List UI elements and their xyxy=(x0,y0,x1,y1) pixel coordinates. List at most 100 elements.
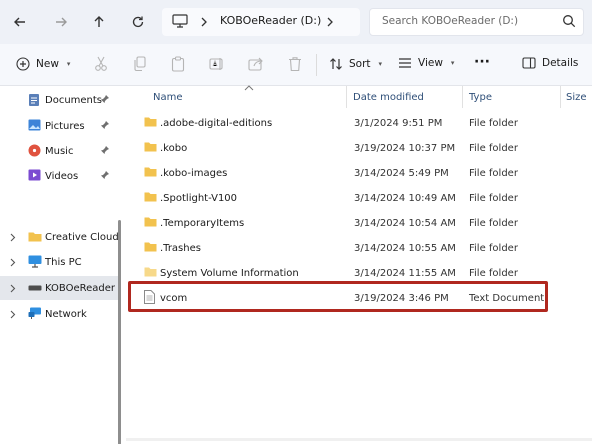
file-name: .kobo xyxy=(160,143,188,154)
navigation-pane: Documents Pictures Music Videos Creative… xyxy=(0,86,121,444)
file-row[interactable]: .Spotlight-V100 3/14/2024 10:49 AM File … xyxy=(136,185,592,210)
share-icon[interactable] xyxy=(248,56,264,72)
sidebar-scrollbar[interactable] xyxy=(118,220,121,444)
sidebar-item-label: Documents xyxy=(45,95,103,106)
sidebar-item-label: KOBOeReader (D xyxy=(45,283,118,294)
folder-icon xyxy=(144,242,157,252)
rename-icon[interactable] xyxy=(209,56,225,72)
paste-icon[interactable] xyxy=(171,56,185,72)
file-name: .Spotlight-V100 xyxy=(160,193,238,204)
sidebar-item-label: Music xyxy=(45,146,74,157)
sort-icon xyxy=(330,58,342,70)
new-label: New xyxy=(36,58,59,70)
copy-icon[interactable] xyxy=(133,56,147,72)
horizontal-scrollbar-track[interactable] xyxy=(126,438,592,441)
column-separator[interactable] xyxy=(346,86,347,108)
sidebar-item-pictures[interactable]: Pictures xyxy=(0,114,118,138)
view-lines-icon xyxy=(399,58,411,68)
chevron-down-icon: ▾ xyxy=(66,60,71,68)
details-pane-icon xyxy=(522,57,536,69)
folder-icon xyxy=(144,142,157,152)
file-type: File folder xyxy=(469,118,518,129)
column-header-type[interactable]: Type xyxy=(469,92,492,103)
file-name: System Volume Information xyxy=(160,268,299,279)
search-icon[interactable] xyxy=(562,14,576,28)
column-header-size[interactable]: Size xyxy=(566,92,587,103)
chevron-right-icon[interactable] xyxy=(10,258,16,267)
search-placeholder: Search KOBOeReader (D:) xyxy=(382,15,519,27)
details-label: Details xyxy=(542,57,579,69)
sidebar-item-label: Pictures xyxy=(45,121,85,132)
file-date: 3/14/2024 10:49 AM xyxy=(354,193,456,204)
sidebar-item-documents[interactable]: Documents xyxy=(0,88,118,112)
sidebar-item-label: Creative Cloud F xyxy=(45,232,118,243)
address-location[interactable]: KOBOeReader (D:) xyxy=(220,14,321,27)
chevron-right-icon[interactable] xyxy=(326,17,334,27)
more-label: ··· xyxy=(474,54,490,70)
file-row[interactable]: .kobo-images 3/14/2024 5:49 PM File fold… xyxy=(136,160,592,185)
documents-icon xyxy=(29,94,39,106)
file-type: File folder xyxy=(469,193,518,204)
new-button[interactable]: New ▾ xyxy=(16,57,70,71)
file-date: 3/14/2024 10:54 AM xyxy=(354,218,456,229)
toolbar-divider xyxy=(316,54,317,76)
highlight-box xyxy=(128,281,548,312)
sidebar-item-this-pc[interactable]: This PC xyxy=(0,250,118,274)
command-toolbar: New ▾ Sort ▾ View ▾ ··· Details xyxy=(0,44,592,86)
chevron-down-icon: ▾ xyxy=(450,59,455,67)
file-list: Name Date modified Type Size .adobe-digi… xyxy=(126,85,592,444)
up-arrow-icon xyxy=(94,16,104,27)
file-type: File folder xyxy=(469,268,518,279)
file-type: File folder xyxy=(469,243,518,254)
file-type: File folder xyxy=(469,168,518,179)
folder-icon xyxy=(144,117,157,127)
sidebar-item-music[interactable]: Music xyxy=(0,139,118,163)
chevron-right-icon[interactable] xyxy=(200,17,208,27)
address-bar-row: KOBOeReader (D:) Search KOBOeReader (D:) xyxy=(0,0,592,44)
sidebar-item-creative-cloud[interactable]: Creative Cloud F xyxy=(0,225,118,249)
file-name: .kobo-images xyxy=(160,168,228,179)
file-date: 3/1/2024 9:51 PM xyxy=(354,118,443,129)
sidebar-item-label: Videos xyxy=(45,171,79,182)
details-button[interactable]: Details xyxy=(522,57,578,69)
column-header-name[interactable]: Name xyxy=(153,92,183,103)
sidebar-item-koboereader[interactable]: KOBOeReader (D xyxy=(0,276,118,300)
more-options-button[interactable]: ··· xyxy=(474,54,490,70)
file-row[interactable]: .Trashes 3/14/2024 10:55 AM File folder xyxy=(136,235,592,260)
column-separator[interactable] xyxy=(462,86,463,108)
file-date: 3/19/2024 10:37 PM xyxy=(354,143,456,154)
this-pc-icon xyxy=(28,255,42,268)
pin-icon[interactable] xyxy=(100,94,110,104)
file-row[interactable]: .adobe-digital-editions 3/1/2024 9:51 PM… xyxy=(136,110,592,135)
chevron-right-icon[interactable] xyxy=(10,284,16,293)
chevron-right-icon[interactable] xyxy=(10,233,16,242)
cut-icon[interactable] xyxy=(94,56,108,72)
folder-icon xyxy=(144,217,157,227)
sidebar-item-network[interactable]: Network xyxy=(0,302,118,326)
chevron-right-icon[interactable] xyxy=(10,310,16,319)
pin-icon[interactable] xyxy=(100,170,110,180)
file-row[interactable]: .TemporaryItems 3/14/2024 10:54 AM File … xyxy=(136,210,592,235)
plus-circle-icon xyxy=(16,57,30,71)
file-name: .adobe-digital-editions xyxy=(160,118,273,129)
file-row[interactable]: .kobo 3/19/2024 10:37 PM File folder xyxy=(136,135,592,160)
folder-icon xyxy=(144,267,157,277)
column-header-date[interactable]: Date modified xyxy=(353,92,424,103)
up-button[interactable] xyxy=(87,10,111,34)
sort-label: Sort xyxy=(349,58,371,70)
file-date: 3/14/2024 5:49 PM xyxy=(354,168,449,179)
forward-button[interactable] xyxy=(49,10,73,34)
folder-icon xyxy=(144,192,157,202)
back-button[interactable] xyxy=(8,10,32,34)
refresh-button[interactable] xyxy=(126,10,150,34)
delete-icon[interactable] xyxy=(288,56,302,72)
sort-button[interactable]: Sort ▾ xyxy=(329,57,382,71)
forward-arrow-icon xyxy=(56,17,67,27)
column-separator[interactable] xyxy=(560,86,561,108)
music-icon xyxy=(28,144,41,157)
pin-icon[interactable] xyxy=(100,145,110,155)
view-label: View xyxy=(418,57,443,69)
view-button[interactable]: View ▾ xyxy=(398,57,454,69)
pin-icon[interactable] xyxy=(100,120,110,130)
sidebar-item-videos[interactable]: Videos xyxy=(0,164,118,188)
